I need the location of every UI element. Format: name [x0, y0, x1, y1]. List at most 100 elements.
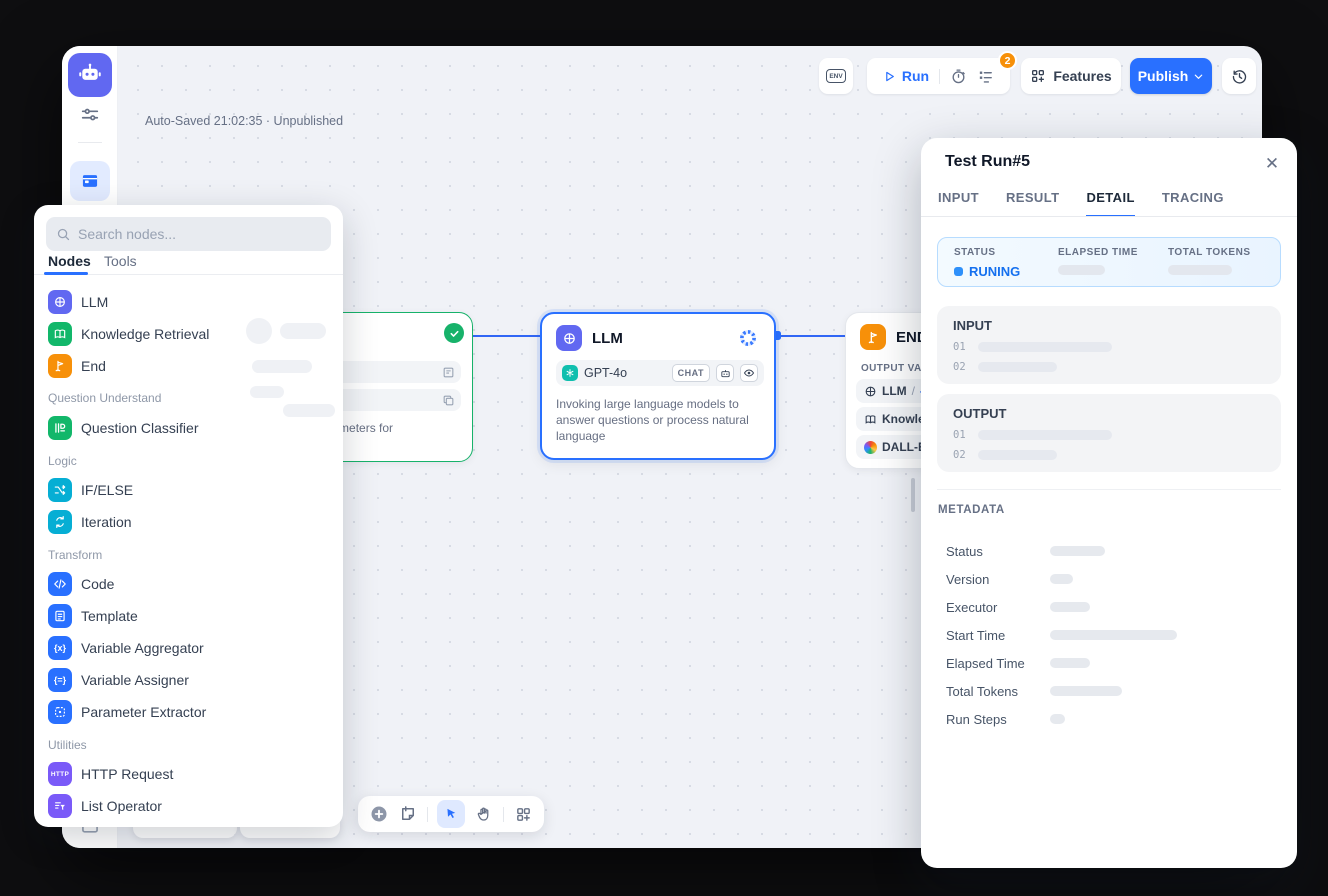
cursor-tool-selected[interactable]	[437, 800, 465, 828]
book-mini-icon	[864, 413, 877, 426]
metadata-title: METADATA	[938, 504, 1005, 516]
total-tokens-label: TOTAL TOKENS	[1168, 247, 1251, 258]
node-item-variable-aggregator[interactable]: {x} Variable Aggregator	[34, 632, 343, 664]
history-button[interactable]	[1222, 58, 1256, 94]
output-line: 02	[953, 449, 1265, 461]
copy-icon	[442, 394, 455, 407]
publish-button[interactable]: Publish	[1130, 58, 1212, 94]
screen: parameters for flow LLM GPT-4o CHAT	[0, 0, 1328, 896]
search-input[interactable]	[78, 226, 308, 242]
list-operator-icon	[48, 794, 72, 818]
hand-tool-icon[interactable]	[474, 804, 494, 824]
checklist-icon[interactable]	[977, 68, 994, 85]
run-panel-tabs: INPUT RESULT DETAIL TRACING	[938, 190, 1224, 217]
question-classifier-icon	[48, 416, 72, 440]
node-search-panel: Nodes Tools LLM Knowledge Retrieval End …	[34, 205, 343, 827]
if-else-icon	[48, 478, 72, 502]
run-panel-title: Test Run#5	[945, 153, 1030, 171]
llm-node[interactable]: LLM GPT-4o CHAT Invoking large language …	[540, 312, 776, 460]
node-item-http-request[interactable]: HTTP HTTP Request	[34, 758, 343, 790]
status-card: STATUS RUNING ELAPSED TIME TOTAL TOKENS	[937, 237, 1281, 287]
add-note-icon[interactable]	[398, 804, 418, 824]
ghost-node-blob	[250, 386, 284, 398]
node-item-llm[interactable]: LLM	[34, 286, 343, 318]
edge-llm-to-end	[779, 335, 845, 337]
llm-icon	[48, 290, 72, 314]
elapsed-placeholder	[1058, 265, 1105, 275]
metadata-row: Start Time	[946, 627, 1276, 643]
tab-tools[interactable]: Tools	[104, 253, 137, 269]
active-tab-underline	[44, 272, 88, 275]
stopwatch-icon[interactable]	[950, 68, 967, 85]
output-line: 01	[953, 429, 1265, 441]
status-value: RUNING	[954, 264, 1020, 279]
success-check-icon	[444, 323, 464, 343]
node-item-iteration[interactable]: Iteration	[34, 506, 343, 538]
node-item-end[interactable]: End	[34, 350, 343, 382]
eye-icon	[740, 364, 758, 382]
tabs-divider	[921, 216, 1297, 217]
autosave-status: Auto-Saved 21:02:35 · Unpublished	[145, 114, 343, 128]
tab-result[interactable]: RESULT	[1006, 190, 1059, 217]
run-button[interactable]: Run	[883, 68, 929, 84]
cursor-icon	[444, 807, 459, 822]
running-dot-icon	[954, 267, 963, 276]
metadata-row: Total Tokens	[946, 683, 1276, 699]
openai-icon	[562, 365, 578, 381]
search-box	[46, 217, 331, 251]
tab-input[interactable]: INPUT	[938, 190, 979, 217]
magnifier-icon	[56, 227, 71, 242]
metadata-divider	[937, 489, 1281, 490]
code-icon	[48, 572, 72, 596]
node-item-knowledge-retrieval[interactable]: Knowledge Retrieval	[34, 318, 343, 350]
end-icon	[48, 354, 72, 378]
llm-node-description: Invoking large language models to answer…	[556, 396, 766, 445]
node-item-if-else[interactable]: IF/ELSE	[34, 474, 343, 506]
chat-mode-badge: CHAT	[672, 364, 710, 382]
variable-aggregator-icon: {x}	[48, 636, 72, 660]
node-item-list-operator[interactable]: List Operator	[34, 790, 343, 822]
form-icon	[442, 366, 455, 379]
workflow-panel-icon[interactable]	[70, 161, 110, 201]
rail-divider	[78, 142, 102, 143]
canvas-toolbar	[358, 796, 544, 832]
template-icon	[48, 604, 72, 628]
node-item-template[interactable]: Template	[34, 600, 343, 632]
knowledge-retrieval-icon	[48, 322, 72, 346]
canvas-scrollbar[interactable]	[911, 478, 915, 512]
llm-node-title: LLM	[592, 330, 623, 347]
llm-model-row[interactable]: GPT-4o CHAT	[556, 360, 764, 386]
plus-circle-icon[interactable]	[369, 804, 389, 824]
output-title: OUTPUT	[953, 406, 1265, 421]
features-button[interactable]: Features	[1021, 58, 1121, 94]
notification-badge: 2	[998, 51, 1017, 70]
metadata-row: Run Steps	[946, 711, 1276, 727]
input-card: INPUT 01 02	[937, 306, 1281, 384]
end-node-icon	[860, 324, 886, 350]
sliders-icon[interactable]	[79, 104, 101, 126]
tab-tracing[interactable]: TRACING	[1162, 190, 1224, 217]
node-item-code[interactable]: Code	[34, 568, 343, 600]
env-icon: ENV	[826, 69, 845, 83]
app-robot-icon[interactable]	[68, 53, 112, 97]
edge-start-to-llm	[473, 335, 540, 337]
tab-nodes[interactable]: Nodes	[48, 253, 91, 269]
close-icon[interactable]: ✕	[1262, 154, 1282, 174]
tab-detail[interactable]: DETAIL	[1086, 190, 1134, 217]
node-item-question-classifier[interactable]: Question Classifier	[34, 412, 343, 444]
llm-node-icon	[556, 325, 582, 351]
input-line: 01	[953, 341, 1265, 353]
node-item-parameter-extractor[interactable]: Parameter Extractor	[34, 696, 343, 728]
section-header: Transform	[48, 548, 102, 562]
vision-robot-icon	[716, 364, 734, 382]
input-title: INPUT	[953, 318, 1265, 333]
tokens-placeholder	[1168, 265, 1232, 275]
organize-nodes-icon[interactable]	[513, 804, 533, 824]
node-item-variable-assigner[interactable]: {=} Variable Assigner	[34, 664, 343, 696]
model-name: GPT-4o	[584, 366, 627, 380]
loading-spinner-icon	[740, 330, 756, 346]
parameter-extractor-icon	[48, 700, 72, 724]
http-request-icon: HTTP	[48, 762, 72, 786]
env-button[interactable]: ENV	[819, 58, 853, 94]
output-card: OUTPUT 01 02	[937, 394, 1281, 472]
